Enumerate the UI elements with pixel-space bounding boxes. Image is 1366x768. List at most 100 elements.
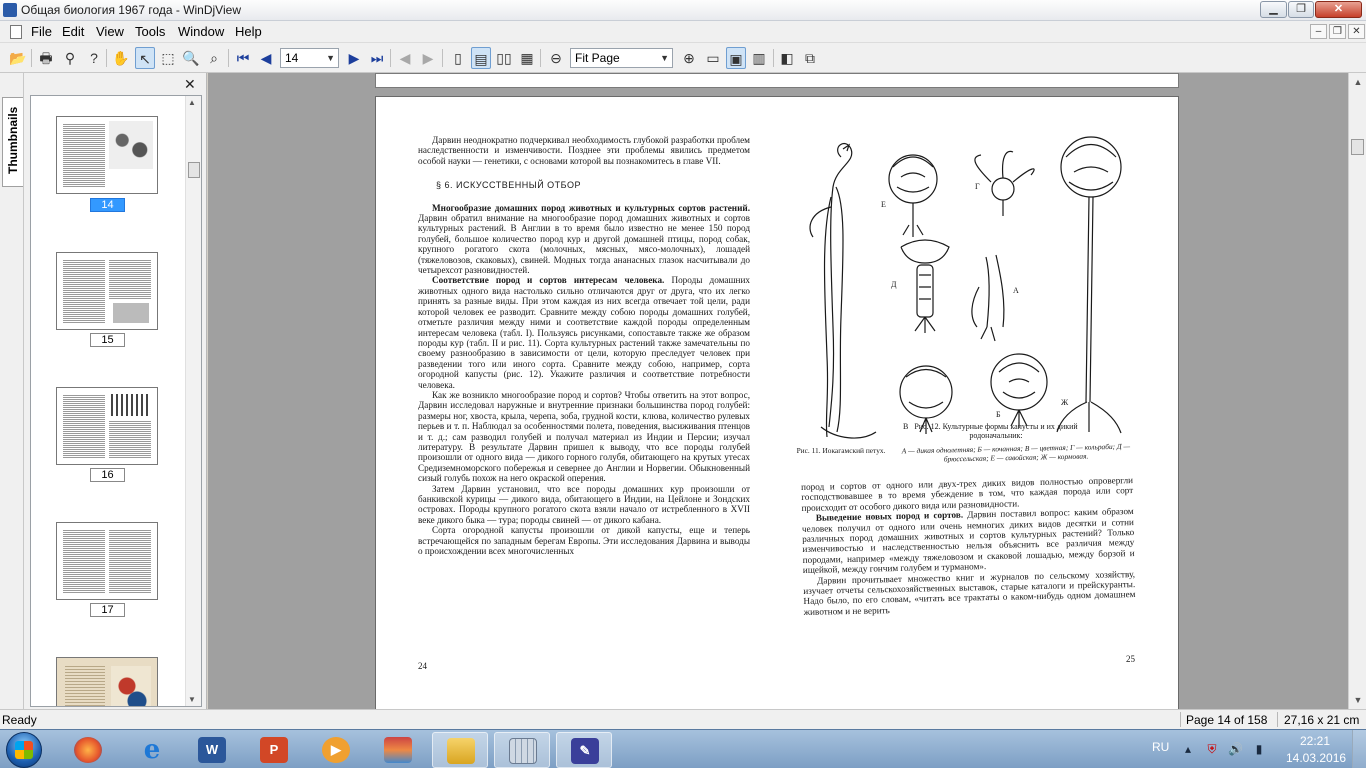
actual-size-icon[interactable]: ▭ — [703, 47, 723, 69]
start-button[interactable] — [6, 732, 42, 768]
security-icon[interactable]: ⛨ — [1205, 742, 1219, 756]
zoom-in-icon[interactable]: ⊕ — [679, 47, 699, 69]
paragraph-heading: Соответствие пород и сортов интересам че… — [432, 275, 665, 286]
thumbnail-label-14[interactable]: 14 — [90, 198, 125, 212]
zoom-rect-icon[interactable]: ⌕ — [204, 47, 224, 69]
maximize-button[interactable]: ❐ — [1288, 1, 1314, 18]
scroll-thumb[interactable] — [188, 162, 200, 178]
taskbar-winrar[interactable] — [370, 732, 426, 768]
clock-date[interactable]: 14.03.2016 — [1286, 751, 1346, 765]
thumbnail-figure — [111, 666, 151, 706]
facing-icon[interactable]: ▯▯ — [494, 47, 514, 69]
menu-view[interactable]: View — [96, 24, 124, 39]
show-desktop-button[interactable] — [1352, 730, 1366, 768]
page-number-value: 14 — [285, 51, 299, 65]
first-page-icon[interactable]: ⏮ — [233, 47, 253, 69]
menu-tools[interactable]: Tools — [135, 24, 165, 39]
thumbnail-page-14[interactable] — [56, 116, 158, 194]
previous-page-icon[interactable]: ◀ — [256, 47, 276, 69]
taskbar-word[interactable]: W — [184, 732, 240, 768]
clock-time[interactable]: 22:21 — [1300, 734, 1330, 748]
zoom-value: Fit Page — [575, 51, 620, 65]
taskbar-internet-explorer[interactable]: e — [124, 732, 180, 768]
taskbar-firefox[interactable] — [60, 732, 116, 768]
continuous-facing-icon[interactable]: ▦ — [517, 47, 537, 69]
taskbar-powerpoint[interactable]: P — [246, 732, 302, 768]
taskbar-windjview[interactable]: ✎ — [556, 732, 612, 768]
menu-file[interactable]: File — [31, 24, 52, 39]
forward-icon[interactable]: ▶ — [418, 47, 438, 69]
taskbar-calculator[interactable] — [494, 732, 550, 768]
show-hidden-icons-icon[interactable]: ▴ — [1181, 742, 1195, 756]
thumbnail-page-17[interactable] — [56, 522, 158, 600]
language-indicator[interactable]: RU — [1152, 740, 1169, 754]
select-tool-icon[interactable]: ↖ — [135, 47, 155, 69]
document-view[interactable]: Дарвин неоднократно подчеркивал необходи… — [208, 73, 1348, 709]
rotate-icon[interactable]: ⧉ — [800, 47, 820, 69]
tab-thumbnails[interactable]: Thumbnails — [2, 97, 23, 187]
mdi-close-button[interactable]: ✕ — [1348, 24, 1365, 39]
back-icon[interactable]: ◀ — [395, 47, 415, 69]
open-icon[interactable]: 📂 — [8, 47, 28, 69]
menu-edit[interactable]: Edit — [62, 24, 84, 39]
paragraph-heading: Многообразие домашних пород животных и к… — [432, 202, 750, 213]
archive-icon — [384, 737, 412, 763]
fit-width-icon[interactable]: ▥ — [749, 47, 769, 69]
hand-tool-icon[interactable]: ✋ — [111, 47, 131, 69]
last-page-icon[interactable]: ⏭ — [367, 47, 387, 69]
display-mode-icon[interactable]: ◧ — [777, 47, 797, 69]
mdi-restore-button[interactable]: ❐ — [1329, 24, 1346, 39]
toolbar-separator — [773, 49, 774, 67]
thumbnail-label-16[interactable]: 16 — [90, 468, 125, 482]
single-page-icon[interactable]: ▯ — [448, 47, 468, 69]
thumbnail-label-15[interactable]: 15 — [90, 333, 125, 347]
rect-select-icon[interactable]: ⬚ — [158, 47, 178, 69]
taskbar-explorer[interactable] — [432, 732, 488, 768]
network-icon[interactable]: ▮ — [1252, 742, 1266, 756]
whats-this-icon[interactable]: ? — [84, 47, 104, 69]
scroll-thumb[interactable] — [1351, 139, 1364, 155]
document-page: Дарвин неоднократно подчеркивал необходи… — [375, 96, 1179, 709]
zoom-out-icon[interactable]: ⊖ — [546, 47, 566, 69]
thumbnail-label-17[interactable]: 17 — [90, 603, 125, 617]
volume-icon[interactable]: 🔊 — [1228, 742, 1243, 756]
taskbar-media-player[interactable]: ▶ — [308, 732, 364, 768]
continuous-icon[interactable]: ▤ — [471, 47, 491, 69]
close-button[interactable]: ✕ — [1315, 1, 1362, 18]
scroll-down-icon[interactable]: ▼ — [188, 695, 196, 704]
close-icon[interactable]: ✕ — [184, 76, 196, 93]
menu-window[interactable]: Window — [178, 24, 224, 39]
thumbnail-page-18[interactable] — [56, 657, 158, 706]
mdi-minimize-button[interactable]: – — [1310, 24, 1327, 39]
document-scrollbar[interactable]: ▲ ▼ — [1348, 73, 1366, 709]
left-column-text: Дарвин неоднократно подчеркивал необходи… — [418, 135, 750, 556]
powerpoint-icon: P — [260, 737, 288, 763]
paragraph: Как же возникло многообразие пород и сор… — [418, 389, 750, 484]
print-icon[interactable]: 🖶 — [36, 47, 56, 69]
zoom-combo[interactable]: Fit Page ▼ — [570, 48, 673, 68]
taskbar: e W P ▶ ✎ RU ▴ ⛨ 🔊 ▮ 22:21 14.03.2016 — [0, 729, 1366, 768]
find-icon[interactable]: ⚲ — [60, 47, 80, 69]
paragraph: Затем Дарвин установил, что все породы д… — [418, 483, 750, 525]
window-title: Общая биология 1967 года - WinDjView — [21, 3, 241, 17]
thumbnails-list[interactable]: 14 15 16 17 ▲ ▼ — [30, 95, 202, 707]
thumbnail-page-15[interactable] — [56, 252, 158, 330]
menu-help[interactable]: Help — [235, 24, 262, 39]
scroll-up-icon[interactable]: ▲ — [1350, 74, 1366, 90]
document-icon[interactable] — [10, 25, 22, 39]
status-page: Page 14 of 158 — [1186, 713, 1268, 727]
previous-page-edge — [375, 73, 1179, 88]
toolbar-separator — [390, 49, 391, 67]
page-number-combo[interactable]: 14 ▼ — [280, 48, 339, 68]
next-page-icon[interactable]: ▶ — [344, 47, 364, 69]
thumbnail-page-16[interactable] — [56, 387, 158, 465]
scroll-down-icon[interactable]: ▼ — [1350, 692, 1366, 708]
scroll-up-icon[interactable]: ▲ — [188, 98, 196, 107]
thumbnails-scrollbar[interactable]: ▲ ▼ — [185, 96, 201, 706]
sidebar-tab-strip: Thumbnails — [0, 73, 24, 709]
right-page-number: 25 — [1126, 654, 1135, 664]
zoom-icon[interactable]: 🔍 — [181, 47, 201, 69]
minimize-button[interactable]: ▁ — [1260, 1, 1287, 18]
brussels-sprouts — [900, 239, 950, 333]
fit-page-icon[interactable]: ▣ — [726, 47, 746, 69]
